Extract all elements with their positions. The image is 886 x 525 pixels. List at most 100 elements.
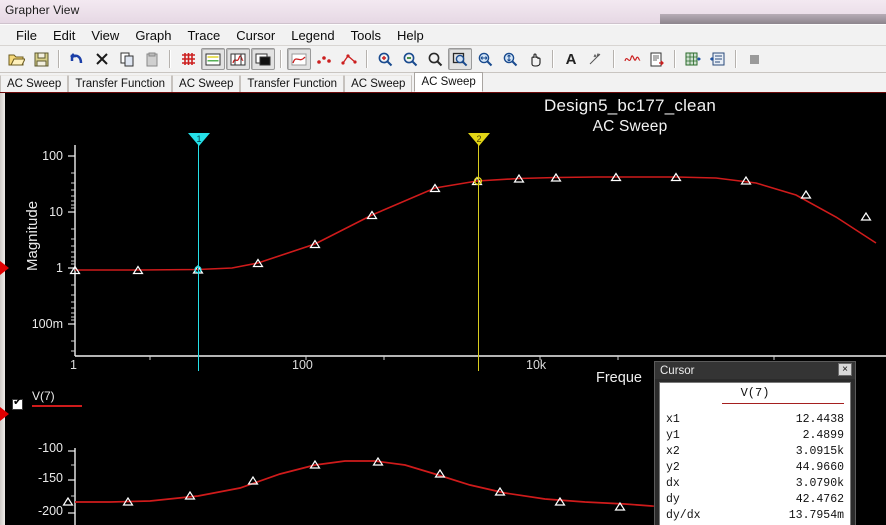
window-title: Grapher View (5, 3, 80, 17)
cursor-row-y1: y1 2.4899 (660, 428, 850, 444)
cursor-key-y1: y1 (666, 429, 680, 442)
cursor-value-dy: 42.4762 (795, 493, 844, 506)
menu-item-help[interactable]: Help (389, 26, 432, 45)
legend-icon[interactable] (201, 48, 225, 70)
tab-ac-sweep-4-active[interactable]: AC Sweep (414, 72, 483, 92)
y-axis-label: Magnitude (24, 200, 41, 271)
menu-bar: File Edit View Graph Trace Cursor Legend… (0, 24, 886, 46)
cursor-1-line[interactable] (198, 141, 199, 371)
cursor-value-x1: 12.4438 (795, 413, 844, 426)
toolbar-separator (552, 50, 554, 68)
pan-hand-icon[interactable] (523, 48, 547, 70)
delete-icon[interactable] (90, 48, 114, 70)
zoom-vertical-icon[interactable] (498, 48, 522, 70)
export-excel-icon[interactable] (681, 48, 705, 70)
text-tool-icon[interactable]: A (559, 48, 583, 70)
cursor-key-dydx: dy/dx (666, 509, 701, 522)
cursor-key-dy: dy (666, 493, 680, 506)
x-axis-label: Freque (596, 370, 642, 386)
stop-icon[interactable] (742, 48, 766, 70)
cursor-row-x2: x2 3.0915k (660, 444, 850, 460)
cursor-row-dy: dy 42.4762 (660, 492, 850, 508)
export-chart-icon[interactable] (645, 48, 669, 70)
cursor-2-label: 2 (476, 134, 482, 144)
cursor-dialog-title: Cursor (660, 364, 695, 377)
cursor-key-x2: x2 (666, 445, 680, 458)
save-icon[interactable] (29, 48, 53, 70)
zoom-area-icon[interactable] (423, 48, 447, 70)
cursor-dialog-rule (722, 403, 844, 404)
toolbar-separator (735, 50, 737, 68)
zoom-restore-icon[interactable] (448, 48, 472, 70)
menu-item-tools[interactable]: Tools (343, 26, 389, 45)
menu-item-cursor[interactable]: Cursor (228, 26, 283, 45)
title-bar-shadow (660, 14, 886, 24)
menu-item-legend[interactable]: Legend (283, 26, 342, 45)
legend-checkbox-v7[interactable] (12, 397, 23, 411)
tab-ac-sweep-3[interactable]: AC Sweep (344, 75, 413, 92)
fourier-icon[interactable] (620, 48, 644, 70)
x-tick-10k: 10k (526, 358, 547, 372)
legend: V(7) (12, 389, 82, 414)
scatter-plot-icon[interactable] (312, 48, 336, 70)
zoom-in-icon[interactable] (373, 48, 397, 70)
legend-edge-arrow-icon (0, 407, 9, 421)
menu-item-edit[interactable]: Edit (45, 26, 83, 45)
open-icon[interactable] (4, 48, 28, 70)
cursor-row-dx: dx 3.0790k (660, 476, 850, 492)
annotate-icon[interactable] (584, 48, 608, 70)
zoom-out-icon[interactable] (398, 48, 422, 70)
line-point-plot-icon[interactable] (337, 48, 361, 70)
export-labview-icon[interactable] (706, 48, 730, 70)
paste-icon[interactable] (140, 48, 164, 70)
cursor-key-dx: dx (666, 477, 680, 490)
cursor-value-dx: 3.0790k (795, 477, 844, 490)
tab-ac-sweep-1[interactable]: AC Sweep (0, 75, 69, 92)
magnitude-plot (68, 145, 886, 360)
legend-color-swatch (32, 405, 82, 407)
y-axis-cursor-arrow-icon[interactable] (0, 261, 9, 275)
properties-icon[interactable] (251, 48, 275, 70)
graph-canvas[interactable]: Design5_bc177_clean AC Sweep 1 2 100 10 … (0, 93, 886, 525)
title-bar: Grapher View (0, 0, 886, 24)
menu-item-file[interactable]: File (8, 26, 45, 45)
tab-transfer-function-1[interactable]: Transfer Function (68, 75, 173, 92)
tab-ac-sweep-2[interactable]: AC Sweep (172, 75, 241, 92)
cursor-dialog[interactable]: Cursor × V(7) x1 12.4438 y1 2.4899 x2 3.… (654, 361, 856, 525)
x-tick-1: 1 (70, 358, 77, 372)
y-tick-100m: 100m (31, 317, 63, 331)
toolbar-separator (366, 50, 368, 68)
phase-y-tick-minus200: -200 (37, 504, 63, 518)
phase-y-tick-minus150: -150 (37, 471, 63, 485)
undo-icon[interactable] (65, 48, 89, 70)
cursor-2-line[interactable] (478, 141, 479, 371)
legend-label-v7: V(7) (32, 389, 55, 403)
copy-icon[interactable] (115, 48, 139, 70)
cursor-key-x1: x1 (666, 413, 680, 426)
cursor-value-y1: 2.4899 (802, 429, 844, 442)
close-icon[interactable]: × (838, 363, 852, 376)
menu-item-view[interactable]: View (83, 26, 127, 45)
grid-icon[interactable] (176, 48, 200, 70)
cursor-icon[interactable] (226, 48, 250, 70)
phase-y-tick-minus100: -100 (37, 441, 63, 455)
cursor-value-y2: 44.9660 (795, 461, 844, 474)
toolbar-separator (280, 50, 282, 68)
cursor-dialog-column-header: V(7) (740, 386, 770, 400)
tab-transfer-function-2[interactable]: Transfer Function (240, 75, 345, 92)
cursor-row-x1: x1 12.4438 (660, 412, 850, 428)
toolbar-separator (613, 50, 615, 68)
x-tick-100: 100 (292, 358, 313, 372)
cursor-dialog-title-bar: Cursor × (655, 362, 855, 379)
magnitude-trace (75, 176, 877, 271)
line-plot-icon[interactable] (287, 48, 311, 70)
cursor-value-x2: 3.0915k (795, 445, 844, 458)
tab-bar: AC Sweep Transfer Function AC Sweep Tran… (0, 72, 886, 93)
zoom-horizontal-icon[interactable] (473, 48, 497, 70)
cursor-value-dydx: 13.7954m (788, 509, 844, 522)
grapher-view-window: Grapher View File Edit View Graph Trace … (0, 0, 886, 525)
toolbar-separator (58, 50, 60, 68)
y-tick-100: 100 (42, 149, 63, 163)
menu-item-trace[interactable]: Trace (179, 26, 228, 45)
menu-item-graph[interactable]: Graph (127, 26, 179, 45)
